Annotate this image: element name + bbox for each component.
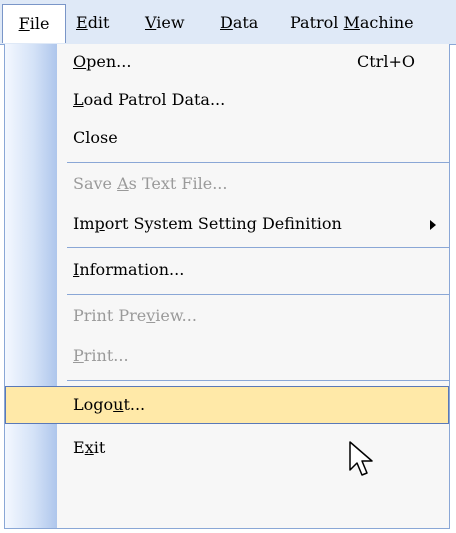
menubar-patrol-text-pre: Patrol (290, 13, 344, 32)
menubar-view-text-post: iew (156, 13, 185, 32)
menu-separator (67, 247, 449, 248)
menubar-patrol-text-post: achine (359, 13, 414, 32)
menubar-patrol-mnemonic: M (343, 13, 360, 32)
menubar-data-mnemonic: D (220, 13, 233, 32)
submenu-arrow-icon (430, 220, 436, 230)
menu-item-import-label: Import System Setting Definition (73, 214, 342, 233)
menubar-file-text-post: ile (29, 14, 50, 33)
menu-item-open[interactable]: Open... Ctrl+O (5, 44, 449, 80)
menu-item-open-shortcut: Ctrl+O (357, 52, 415, 71)
menu-item-print-label: Print... (73, 346, 129, 365)
menu-item-load-label: Load Patrol Data... (73, 90, 226, 109)
menu-bar: File Edit View Data Patrol Machine (0, 0, 456, 45)
menu-item-save-as-text-file[interactable]: Save As Text File... (5, 166, 449, 202)
menu-item-exit[interactable]: Exit (5, 430, 449, 466)
menu-item-print[interactable]: Print... (5, 338, 449, 374)
menu-separator (67, 162, 449, 163)
menubar-data-text-post: ata (232, 13, 259, 32)
menu-item-save-text-label: Save As Text File... (73, 174, 228, 193)
menubar-edit-mnemonic: E (76, 13, 88, 32)
menu-item-logout[interactable]: Logout... (5, 386, 449, 424)
menu-item-information[interactable]: Information... (5, 252, 449, 288)
menubar-data[interactable]: Data (220, 12, 258, 34)
menu-item-close[interactable]: Close (5, 120, 449, 156)
menubar-patrol-machine[interactable]: Patrol Machine (290, 12, 414, 34)
mouse-pointer-icon (349, 441, 373, 476)
menubar-file-mnemonic: F (18, 14, 30, 33)
menu-item-load-patrol-data[interactable]: Load Patrol Data... (5, 82, 449, 118)
menu-separator (67, 294, 449, 295)
menu-separator (67, 380, 449, 381)
menubar-file[interactable]: File (2, 4, 66, 43)
menu-item-import-system-setting[interactable]: Import System Setting Definition (5, 206, 449, 242)
menubar-view[interactable]: View (145, 12, 185, 34)
menu-item-open-label: Open... (73, 52, 132, 71)
menu-item-information-label: Information... (73, 260, 185, 279)
menubar-edit[interactable]: Edit (76, 12, 109, 34)
menubar-edit-text-post: dit (87, 13, 110, 32)
menu-item-logout-label: Logout... (73, 395, 146, 414)
menu-item-print-preview[interactable]: Print Preview... (5, 298, 449, 334)
file-menu: Open... Ctrl+O Load Patrol Data... Close… (4, 44, 450, 529)
menu-item-exit-label: Exit (73, 438, 106, 457)
menubar-view-mnemonic: V (145, 13, 157, 32)
menu-item-print-preview-label: Print Preview... (73, 306, 197, 325)
menu-item-close-label: Close (73, 128, 118, 147)
